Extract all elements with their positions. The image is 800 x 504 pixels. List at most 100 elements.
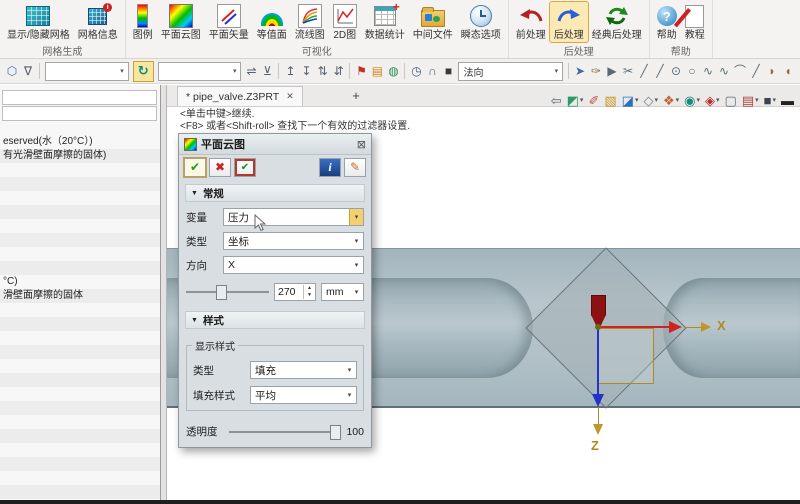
list-item[interactable]: 滑壁面摩擦的固体 [0,289,160,303]
list-item[interactable] [0,443,160,457]
split-view-icon[interactable]: ▤ ▾ [742,94,759,108]
line2-icon[interactable]: ╱ [748,62,764,80]
background-icon[interactable]: ■ ▾ [764,94,776,108]
list-item[interactable] [0,233,160,247]
layers-icon[interactable]: ▤ [369,62,385,80]
snap-updown-icon[interactable]: ⇅ [314,62,330,80]
slider-thumb[interactable] [215,285,227,300]
list-item[interactable] [0,163,160,177]
pick-arrow-icon[interactable]: ➤ [572,62,588,80]
history-icon[interactable]: ◷ [408,62,424,80]
classic-postprocess-button[interactable]: 经典后处理 [588,2,646,42]
update-filter-button[interactable]: ↻ [132,60,154,82]
swap-icon[interactable]: ⇌ [243,62,259,80]
postprocess-button[interactable]: 后处理 [548,1,589,43]
data-statistics-button[interactable]: + 数据统计 [361,1,409,42]
direction-select[interactable]: X ▾ [223,256,364,274]
circle-center-icon[interactable]: ⊙ [668,62,684,80]
chevron-down-icon[interactable]: ▾ [343,362,356,378]
dialog-titlebar[interactable]: 平面云图 ⊠ [179,134,371,155]
direction-mode-select[interactable]: 法向 ▾ [458,61,564,81]
list-item[interactable] [0,191,160,205]
list-item[interactable] [0,485,160,499]
apply-button[interactable]: ✔ [234,157,256,177]
show-hide-mesh-button[interactable]: 显示/隐藏网格 [3,2,74,42]
palette-icon[interactable]: ◍ [385,62,401,80]
camera-view-icon[interactable]: ◉ ▾ [684,94,700,108]
chevron-down-icon[interactable]: ▾ [350,233,363,249]
variable-select[interactable]: 压力 ▾ [223,208,364,226]
list-item[interactable] [0,401,160,415]
section-general-header[interactable]: ▼ 常规 [185,184,365,202]
plane-contour-button[interactable]: 平面云图 [157,2,205,42]
list-item[interactable] [0,415,160,429]
tab-close-icon[interactable]: ✕ [286,91,294,102]
z-axis-arrow[interactable] [592,394,604,407]
cancel-button[interactable]: ✖ [209,157,231,177]
list-item[interactable] [0,317,160,331]
spin-down-icon[interactable]: ▼ [304,292,315,299]
line-icon[interactable]: ╱ [636,62,652,80]
list-item[interactable] [0,471,160,485]
list-item[interactable] [0,457,160,471]
snap-bottom-icon[interactable]: ↧ [298,62,314,80]
lasso-icon[interactable]: ∩ [424,62,440,80]
circle-icon[interactable]: ○ [684,62,700,80]
list-item[interactable] [0,219,160,233]
brush-icon[interactable]: ✑ [588,62,604,80]
anchor-icon[interactable]: ⊻ [259,62,275,80]
list-item[interactable] [0,387,160,401]
list-item[interactable] [0,177,160,191]
plane-vector-button[interactable]: 平面矢量 [205,2,253,42]
streamline-button[interactable]: 流线图 [291,2,329,42]
yellow-box-icon[interactable]: ▧ [604,94,616,108]
entity-filter-select[interactable]: ▾ [44,61,129,81]
fill-style-select[interactable]: 平均 ▾ [250,386,357,404]
list-item[interactable] [0,359,160,373]
offset-input[interactable]: 270 ▲ ▼ [274,283,316,301]
type-select[interactable]: 坐标 ▾ [223,232,364,250]
shaded-display-icon[interactable]: ❖ ▾ [663,94,679,108]
mesh-info-button[interactable]: i 网格信息 [74,2,122,42]
preprocess-button[interactable]: 前处理 [512,2,550,42]
x-axis-arrow[interactable] [669,321,682,333]
list-item[interactable]: eserved(水（20°C）) [0,135,160,149]
list-item[interactable] [0,261,160,275]
offset-icon[interactable]: ◖ [780,62,796,80]
legend-button[interactable]: 图例 [129,2,157,42]
pick-filter-icon[interactable]: ⬡ [4,62,20,80]
minimize-icon[interactable]: ▬ [781,94,794,108]
new-tab-button[interactable]: + [345,86,367,105]
wireframe-cube-icon[interactable]: ◇ ▾ [643,94,658,108]
spline-icon[interactable]: ∿ [700,62,716,80]
unit-select[interactable]: mm ▾ [321,283,364,301]
quick-help-button[interactable]: ✎ [344,157,366,177]
tutorial-button[interactable]: 教程 [681,2,709,42]
snap-top-icon[interactable]: ↥ [282,62,298,80]
window-icon[interactable]: ▢ [725,94,737,108]
panel-field-1[interactable] [2,90,157,105]
arc-icon[interactable]: ⌒ [732,62,748,80]
ok-button[interactable]: ✔ [183,156,207,178]
list-item[interactable] [0,247,160,261]
info-button[interactable]: i [319,157,341,177]
list-item[interactable] [0,331,160,345]
render-mode-icon[interactable]: ◩ ▾ [567,94,584,108]
section-style-header[interactable]: ▼ 样式 [185,311,365,329]
intermediate-file-button[interactable]: 中间文件 [409,2,457,42]
z-axis-gold-arrow[interactable] [593,424,603,435]
value-filter-select[interactable]: ▾ [157,61,242,81]
list-item[interactable]: 有光滑壁面摩擦的固体) [0,149,160,163]
plot-2d-button[interactable]: 2D图 [329,2,361,42]
list-item[interactable] [0,345,160,359]
transparency-slider[interactable] [229,424,341,440]
flag-icon[interactable]: ⚑ [353,62,369,80]
list-item[interactable]: °C) [0,275,160,289]
list-item[interactable] [0,373,160,387]
tab-pipe-valve[interactable]: * pipe_valve.Z3PRT ✕ [177,86,303,106]
style-type-select[interactable]: 填充 ▾ [250,361,357,379]
eraser-icon[interactable]: ✐ [588,94,599,108]
chevron-down-icon[interactable]: ▾ [350,284,363,300]
blue-box-icon[interactable]: ◪ ▾ [622,94,639,108]
transient-options-button[interactable]: 瞬态选项 [457,2,505,42]
